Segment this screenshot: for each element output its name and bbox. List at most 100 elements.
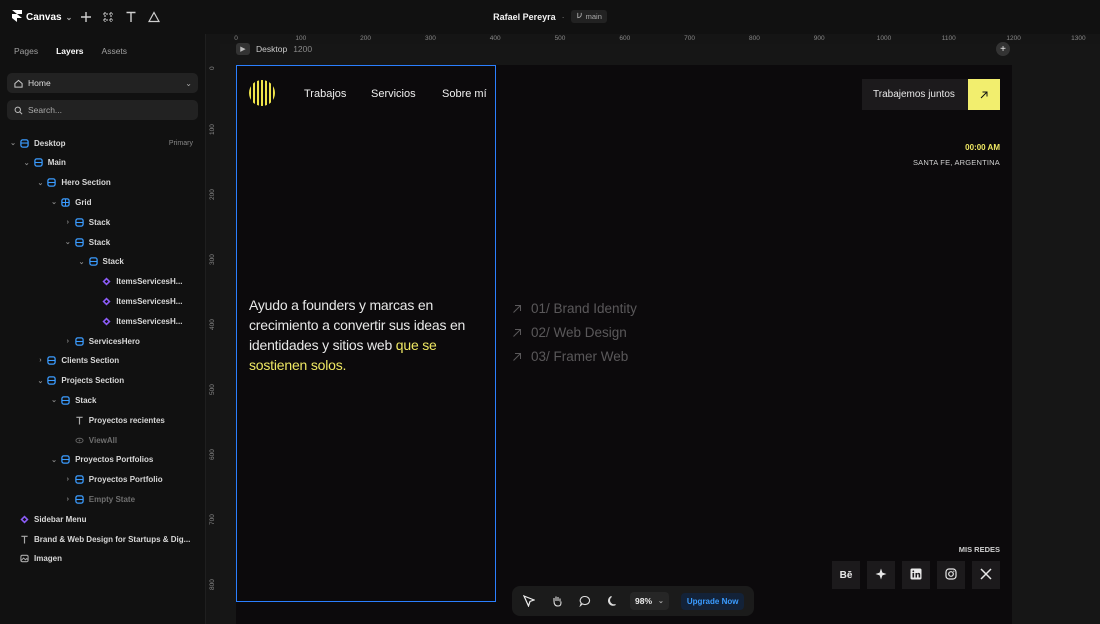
branch-name: main <box>585 12 602 21</box>
home-icon <box>13 78 23 88</box>
layer-row[interactable]: › Proyectos Portfolio <box>0 471 206 489</box>
search-icon <box>13 105 23 115</box>
layer-row[interactable]: Proyectos recientes <box>0 411 206 429</box>
nav-link-sobre-mi[interactable]: Sobre mí <box>442 88 487 100</box>
comment-tool-icon[interactable] <box>574 590 596 612</box>
layer-row[interactable]: ⌄ Stack <box>0 253 206 271</box>
ruler-tick-label: 800 <box>209 579 216 590</box>
layer-label: Desktop <box>34 138 66 148</box>
layer-label: ItemsServicesH... <box>116 277 183 287</box>
layer-row[interactable]: › Empty State <box>0 490 206 508</box>
layer-row[interactable]: › ServicesHero <box>0 332 206 350</box>
behance-link[interactable]: Bē <box>832 561 860 589</box>
layer-label: Grid <box>75 197 92 207</box>
service-item[interactable]: 03/ Framer Web <box>512 349 628 364</box>
cta-button[interactable]: Trabajemos juntos <box>862 79 1000 110</box>
component-icon <box>102 277 111 286</box>
layer-row[interactable]: Brand & Web Design for Startups & Dig... <box>0 530 206 548</box>
chevron-down-icon[interactable]: ⌄ <box>35 377 45 385</box>
layer-label: Sidebar Menu <box>34 514 87 524</box>
ruler-tick-label: 900 <box>813 35 825 42</box>
chevron-down-icon[interactable]: ⌄ <box>63 238 73 246</box>
play-icon[interactable]: ▶ <box>236 43 250 55</box>
chevron-down-icon[interactable]: ⌄ <box>49 396 59 404</box>
chevron-down-icon[interactable]: ⌄ <box>8 139 18 147</box>
text-icon <box>20 535 29 544</box>
add-breakpoint-button[interactable]: + <box>996 42 1010 56</box>
desktop-frame[interactable]: Trabajos Servicios Sobre mí Ayudo a foun… <box>236 65 1012 624</box>
component-icon <box>102 317 111 326</box>
hand-tool-icon[interactable] <box>546 590 568 612</box>
instagram-link[interactable] <box>937 561 965 589</box>
tab-assets[interactable]: Assets <box>94 42 136 60</box>
layer-row[interactable]: ⌄ Proyectos Portfolios <box>0 451 206 469</box>
layer-row[interactable]: ⌄ Projects Section <box>0 372 206 390</box>
page-selector[interactable]: Home ⌄ <box>7 73 198 93</box>
ruler-tick-label: 1300 <box>1071 35 1086 42</box>
layer-row[interactable]: ⌄ Desktop Primary <box>0 134 206 152</box>
layer-row[interactable]: Imagen <box>0 550 206 568</box>
arrow-up-right-icon <box>512 328 522 338</box>
chevron-right-icon[interactable]: › <box>35 357 45 364</box>
stack-icon <box>75 475 84 484</box>
ruler-tick-label: 300 <box>209 254 216 265</box>
chevron-right-icon[interactable]: › <box>63 476 73 483</box>
service-item[interactable]: 02/ Web Design <box>512 325 627 340</box>
nav-link-servicios[interactable]: Servicios <box>371 88 416 100</box>
canvas[interactable]: 0 100 200 300 400 500 600 700 800 900 1000 1100 1200… <box>206 34 1100 624</box>
linkedin-link[interactable] <box>902 561 930 589</box>
layer-row[interactable]: Sidebar Menu <box>0 510 206 528</box>
ruler-tick-label: 1200 <box>1006 35 1021 42</box>
chevron-right-icon[interactable]: › <box>63 338 73 345</box>
nav-link-trabajos[interactable]: Trabajos <box>304 88 346 100</box>
ruler-tick-label: 600 <box>619 35 631 42</box>
layer-search-input[interactable]: Search... <box>7 100 198 120</box>
chevron-down-icon[interactable]: ⌄ <box>35 179 45 187</box>
search-placeholder: Search... <box>28 105 63 115</box>
x-link[interactable] <box>972 561 1000 589</box>
framer-link[interactable] <box>867 561 895 589</box>
layer-row[interactable]: ⌄ Hero Section <box>0 174 206 192</box>
text-icon <box>75 416 84 425</box>
upgrade-button[interactable]: Upgrade Now <box>680 592 745 610</box>
layer-row[interactable]: ItemsServicesH... <box>0 312 206 330</box>
tab-pages[interactable]: Pages <box>6 42 46 60</box>
chevron-down-icon[interactable]: ⌄ <box>49 198 59 206</box>
site-logo[interactable] <box>249 80 275 106</box>
chevron-down-icon[interactable]: ⌄ <box>22 159 32 167</box>
layer-label: Stack <box>88 237 111 247</box>
layer-row[interactable]: ⌄ Main <box>0 154 206 172</box>
chevron-down-icon[interactable]: ⌄ <box>77 258 87 266</box>
layer-row[interactable]: ItemsServicesH... <box>0 273 206 291</box>
layer-row[interactable]: ⌄ Stack <box>0 233 206 251</box>
stack-icon <box>33 158 43 168</box>
branch-badge[interactable]: main <box>570 10 607 23</box>
ruler-tick-label: 700 <box>209 514 216 525</box>
layer-label: Proyectos recientes <box>88 415 165 425</box>
layer-label: Empty State <box>88 494 136 504</box>
arrow-up-right-icon <box>968 79 1000 110</box>
project-title[interactable]: Rafael Pereyra <box>493 12 556 22</box>
component-icon <box>20 515 29 524</box>
frame-label[interactable]: ▶ Desktop 1200 <box>236 43 312 55</box>
layer-row[interactable]: ItemsServicesH... <box>0 292 206 310</box>
chevron-down-icon: ⌄ <box>658 598 664 605</box>
image-icon <box>20 554 29 563</box>
chevron-down-icon[interactable]: ⌄ <box>49 456 59 464</box>
ruler-tick-label: 200 <box>360 35 372 42</box>
layer-row[interactable]: › Clients Section <box>0 352 206 370</box>
layer-row[interactable]: › Stack <box>0 213 206 231</box>
zoom-selector[interactable]: 98% ⌄ <box>630 592 669 610</box>
dark-mode-icon[interactable] <box>602 590 624 612</box>
chevron-right-icon[interactable]: › <box>63 496 73 503</box>
stack-icon <box>47 376 57 385</box>
chevron-right-icon[interactable]: › <box>63 219 73 226</box>
layer-row[interactable]: ⌄ Grid <box>0 193 206 211</box>
layer-row[interactable]: ViewAll <box>0 431 206 449</box>
layer-label: Stack <box>88 217 111 227</box>
select-tool-icon[interactable] <box>518 590 540 612</box>
cta-label: Trabajemos juntos <box>873 89 955 100</box>
service-item[interactable]: 01/ Brand Identity <box>512 301 637 316</box>
tab-layers[interactable]: Layers <box>48 42 91 60</box>
layer-row[interactable]: ⌄ Stack <box>0 391 206 409</box>
